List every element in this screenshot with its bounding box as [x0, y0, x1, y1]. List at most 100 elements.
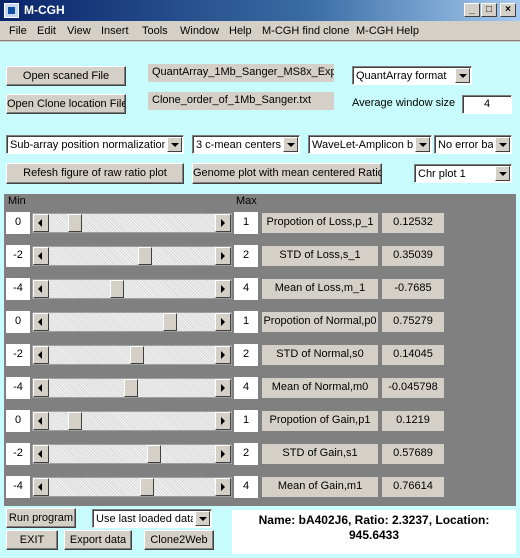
parameter-slider[interactable]: [32, 246, 232, 266]
arrow-right-icon[interactable]: [215, 313, 231, 331]
arrow-right-icon[interactable]: [215, 412, 231, 430]
menu-help[interactable]: Help: [229, 25, 252, 37]
figure-area: Open scaned File QuantArray_1Mb_Sanger_M…: [0, 42, 520, 558]
parameter-label: Propotion of Normal,p0: [262, 312, 378, 332]
slider-min-value: 0: [6, 410, 30, 432]
format-select-value: QuantArray format: [356, 70, 447, 82]
parameter-slider[interactable]: [32, 345, 232, 365]
arrow-right-icon[interactable]: [215, 346, 231, 364]
method-select-value: WaveLet-Amplicon bo: [312, 139, 413, 151]
arrow-left-icon[interactable]: [33, 379, 49, 397]
parameter-label: Mean of Gain,m1: [262, 477, 378, 497]
exit-button[interactable]: EXIT: [6, 530, 58, 550]
parameter-slider[interactable]: [32, 312, 232, 332]
arrow-right-icon[interactable]: [215, 379, 231, 397]
parameter-slider[interactable]: [32, 279, 232, 299]
slider-min-value: 0: [6, 212, 30, 234]
format-select[interactable]: QuantArray format: [352, 66, 472, 85]
slider-min-value: 0: [6, 311, 30, 333]
arrow-right-icon[interactable]: [215, 280, 231, 298]
run-program-button[interactable]: Run program: [6, 508, 76, 528]
menu-file[interactable]: File: [9, 25, 27, 37]
arrow-left-icon[interactable]: [33, 214, 49, 232]
centers-select[interactable]: 3 c-mean centers: [192, 135, 300, 154]
slider-min-value: -2: [6, 245, 30, 267]
chr-plot-select[interactable]: Chr plot 1: [414, 164, 512, 183]
arrow-left-icon[interactable]: [33, 247, 49, 265]
close-button[interactable]: ×: [500, 3, 516, 17]
menu-bar: File Edit View Insert Tools Window Help …: [0, 21, 520, 41]
genome-plot-button[interactable]: Genome plot with mean centered Ratio: [192, 163, 382, 184]
slider-thumb[interactable]: [67, 412, 82, 430]
slider-thumb[interactable]: [146, 445, 161, 463]
matlab-figure-icon: [4, 3, 19, 18]
parameter-slider[interactable]: [32, 378, 232, 398]
slider-thumb[interactable]: [124, 379, 139, 397]
menu-view[interactable]: View: [67, 25, 91, 37]
status-readout: Name: bA402J6, Ratio: 2.3237, Location: …: [232, 510, 516, 554]
title-bar: M-CGH _ □ ×: [0, 0, 520, 21]
slider-thumb[interactable]: [163, 313, 178, 331]
export-data-button[interactable]: Export data: [64, 530, 132, 550]
slider-min-value: -4: [6, 377, 30, 399]
slider-thumb[interactable]: [130, 346, 145, 364]
menu-mcgh-help[interactable]: M-CGH Help: [356, 25, 419, 37]
chevron-down-icon: [415, 137, 430, 152]
arrow-right-icon[interactable]: [215, 214, 231, 232]
open-clone-location-button[interactable]: Open Clone location File: [6, 94, 126, 114]
slider-thumb[interactable]: [68, 214, 83, 232]
arrow-left-icon[interactable]: [33, 346, 49, 364]
slider-max-value: 1: [234, 311, 258, 333]
avg-window-label: Average window size: [352, 97, 456, 109]
arrow-left-icon[interactable]: [33, 445, 49, 463]
slider-min-value: -2: [6, 443, 30, 465]
error-bar-select-value: No error bar: [438, 139, 493, 151]
menu-window[interactable]: Window: [180, 25, 219, 37]
slider-thumb[interactable]: [110, 280, 125, 298]
slider-thumb[interactable]: [138, 247, 153, 265]
clone2web-button[interactable]: Clone2Web: [144, 530, 214, 550]
parameter-value: 0.57689: [382, 444, 444, 464]
refresh-raw-ratio-button[interactable]: Refesh figure of raw ratio plot: [6, 163, 184, 184]
slider-min-value: -4: [6, 278, 30, 300]
chevron-down-icon: [495, 137, 510, 152]
slider-max-value: 2: [234, 245, 258, 267]
minimize-button[interactable]: _: [464, 3, 480, 17]
chevron-down-icon: [455, 68, 470, 83]
method-select[interactable]: WaveLet-Amplicon bo: [308, 135, 432, 154]
parameter-slider[interactable]: [32, 444, 232, 464]
data-source-select[interactable]: Use last loaded data: [92, 509, 212, 528]
avg-window-input[interactable]: 4: [462, 95, 512, 114]
normalization-select-value: Sub-array position normalization: [10, 139, 165, 151]
open-scanned-file-button[interactable]: Open scaned File: [6, 66, 126, 86]
chevron-down-icon: [283, 137, 298, 152]
parameter-label: Mean of Loss,m_1: [262, 279, 378, 299]
parameter-slider[interactable]: [32, 477, 232, 497]
parameter-slider[interactable]: [32, 411, 232, 431]
menu-find-clone[interactable]: M-CGH find clone: [262, 25, 349, 37]
arrow-right-icon[interactable]: [215, 478, 231, 496]
slider-thumb[interactable]: [139, 478, 154, 496]
menu-edit[interactable]: Edit: [37, 25, 56, 37]
normalization-select[interactable]: Sub-array position normalization: [6, 135, 184, 154]
arrow-left-icon[interactable]: [33, 478, 49, 496]
parameter-slider[interactable]: [32, 213, 232, 233]
arrow-left-icon[interactable]: [33, 280, 49, 298]
menu-tools[interactable]: Tools: [142, 25, 168, 37]
arrow-right-icon[interactable]: [215, 247, 231, 265]
menu-insert[interactable]: Insert: [101, 25, 129, 37]
parameter-value: -0.045798: [382, 378, 444, 398]
arrow-left-icon[interactable]: [33, 313, 49, 331]
arrow-left-icon[interactable]: [33, 412, 49, 430]
slider-max-value: 2: [234, 344, 258, 366]
window-title: M-CGH: [24, 3, 65, 17]
scanned-file-name: QuantArray_1Mb_Sanger_MS8x_Expo: [148, 64, 334, 82]
clone-file-name: Clone_order_of_1Mb_Sanger.txt: [148, 92, 334, 110]
slider-max-value: 1: [234, 212, 258, 234]
arrow-right-icon[interactable]: [215, 445, 231, 463]
parameter-label: STD of Normal,s0: [262, 345, 378, 365]
max-header: Max: [236, 195, 257, 207]
error-bar-select[interactable]: No error bar: [434, 135, 512, 154]
slider-min-value: -4: [6, 476, 30, 498]
maximize-button[interactable]: □: [481, 3, 497, 17]
